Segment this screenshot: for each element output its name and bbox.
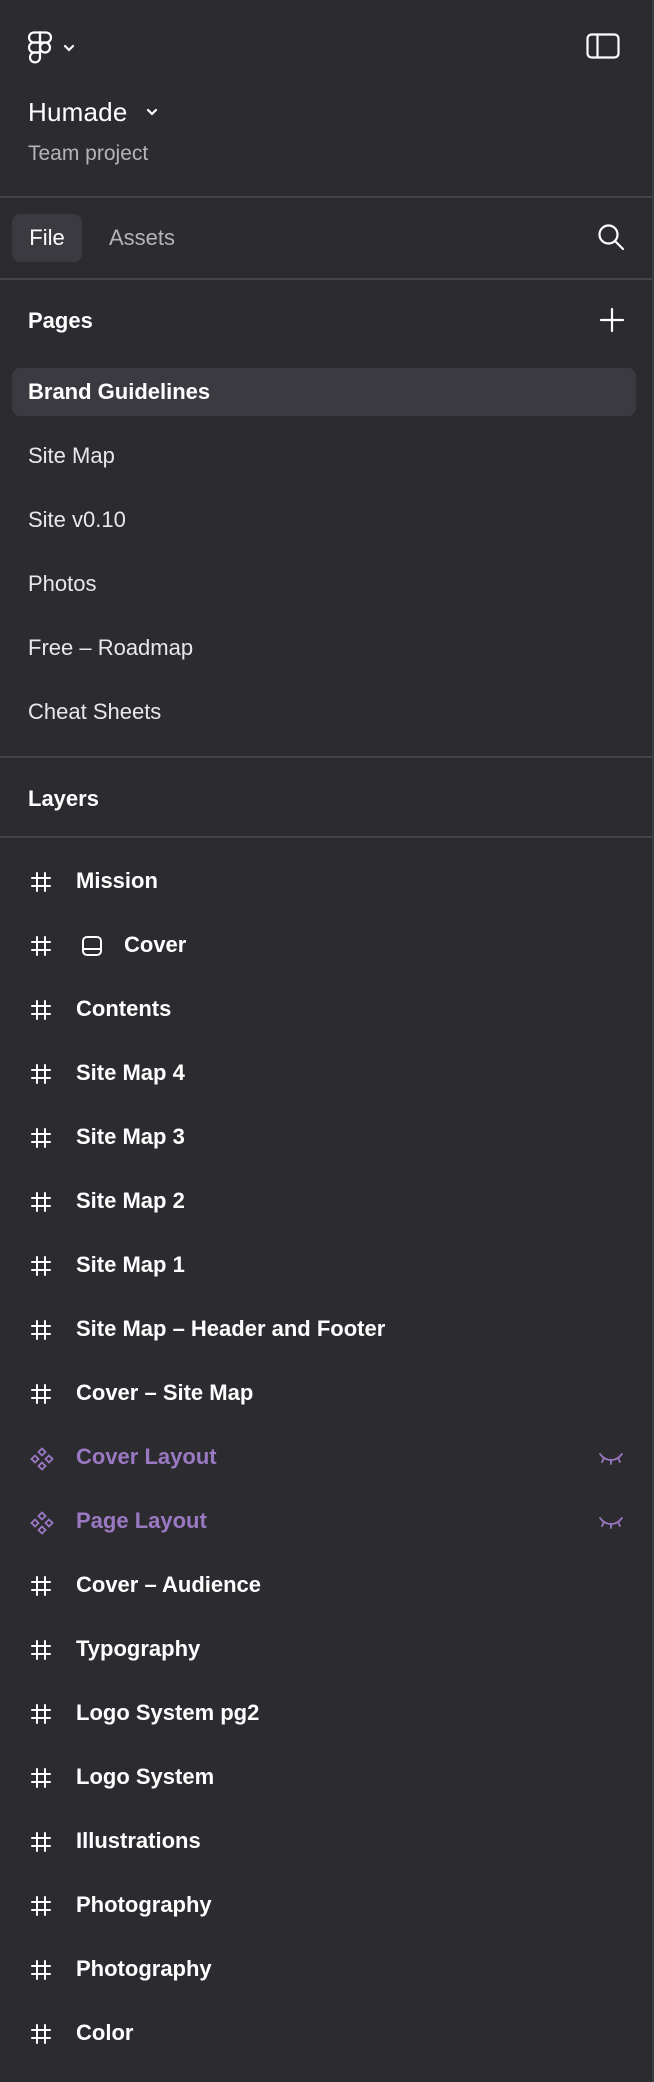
layer-label: Logo System pg2 — [76, 1700, 260, 1725]
frame-hash-icon — [30, 1959, 52, 1981]
layer-row[interactable]: Logo System pg2 — [0, 1684, 652, 1744]
layer-label: Color — [76, 2020, 134, 2045]
search-icon — [598, 224, 625, 251]
layer-label: Photography — [76, 1892, 212, 1917]
layer-row[interactable]: Cover – Audience — [0, 1556, 652, 1616]
layer-row[interactable]: Cover – Site Map — [0, 1364, 652, 1424]
layer-row[interactable]: Page Layout — [0, 1492, 652, 1552]
page-item-label: Photos — [28, 571, 97, 596]
layer-row[interactable]: Logo System — [0, 1748, 652, 1808]
frame-hash-icon — [30, 871, 52, 893]
divider — [0, 278, 652, 280]
layer-label: Mission — [76, 868, 158, 893]
instance-layout-icon — [80, 934, 104, 958]
sidebar-toggle-icon — [586, 33, 620, 59]
page-item-label: Cheat Sheets — [28, 699, 162, 724]
eye-closed-icon[interactable] — [598, 1448, 624, 1468]
layer-label: Site Map 2 — [76, 1188, 185, 1213]
layers-panel: Humade Team project File Assets Pages Br… — [0, 0, 654, 2082]
layers-section-title: Layers — [28, 786, 99, 811]
page-item[interactable]: Photos — [12, 560, 636, 608]
frame-hash-icon — [30, 999, 52, 1021]
frame-hash-icon — [30, 1895, 52, 1917]
page-item-label: Brand Guidelines — [28, 379, 211, 404]
component-icon — [30, 1447, 54, 1471]
sidebar-toggle-button[interactable] — [586, 32, 620, 62]
page-item[interactable]: Site Map — [12, 432, 636, 480]
search-button[interactable] — [596, 222, 628, 254]
page-item-label: Site Map — [28, 443, 115, 468]
layer-label: Cover Layout — [76, 1444, 217, 1469]
plus-icon — [599, 307, 625, 333]
layer-row[interactable]: Site Map 2 — [0, 1172, 652, 1232]
layer-label: Site Map 4 — [76, 1060, 185, 1085]
frame-hash-icon — [30, 1319, 52, 1341]
project-name-menu[interactable]: Humade — [28, 94, 159, 130]
frame-hash-icon — [30, 2023, 52, 2045]
eye-closed-icon[interactable] — [598, 1512, 624, 1532]
layer-label: Site Map 1 — [76, 1252, 185, 1277]
layer-label: Site Map 3 — [76, 1124, 185, 1149]
layer-row[interactable]: Site Map 1 — [0, 1236, 652, 1296]
layer-row[interactable]: Typography — [0, 1620, 652, 1680]
layer-row[interactable]: Site Map 4 — [0, 1044, 652, 1104]
layer-row[interactable]: Photography — [0, 1876, 652, 1936]
pages-section-title: Pages — [28, 308, 93, 333]
divider — [0, 756, 652, 758]
layer-label: Typography — [76, 1636, 201, 1661]
layer-label: Page Layout — [76, 1508, 207, 1533]
layer-label: Cover – Audience — [76, 1572, 262, 1597]
layer-label: Site Map – Header and Footer — [76, 1316, 386, 1341]
frame-hash-icon — [30, 1063, 52, 1085]
project-name: Humade — [28, 96, 128, 127]
layer-label: Cover — [124, 932, 187, 957]
add-page-button[interactable] — [598, 306, 626, 334]
layer-label: Illustrations — [76, 1828, 201, 1853]
frame-hash-icon — [30, 1255, 52, 1277]
frame-hash-icon — [30, 1383, 52, 1405]
layer-label: Contents — [76, 996, 172, 1021]
frame-hash-icon — [30, 935, 52, 957]
layer-row[interactable]: Mission — [0, 852, 652, 912]
layer-row[interactable]: Color — [0, 2004, 652, 2064]
divider — [0, 196, 652, 198]
figma-logo-icon — [28, 31, 52, 64]
chevron-down-icon — [63, 44, 75, 52]
layer-label: Photography — [76, 1956, 212, 1981]
page-item[interactable]: Site v0.10 — [12, 496, 636, 544]
layer-row[interactable]: Photography — [0, 1940, 652, 2000]
frame-hash-icon — [30, 1703, 52, 1725]
frame-hash-icon — [30, 1127, 52, 1149]
tab-assets[interactable]: Assets — [96, 214, 188, 262]
frame-hash-icon — [30, 1575, 52, 1597]
layer-row[interactable]: Site Map 3 — [0, 1108, 652, 1168]
tab-file[interactable]: File — [12, 214, 82, 262]
frame-hash-icon — [30, 1191, 52, 1213]
frame-hash-icon — [30, 1831, 52, 1853]
layer-row[interactable]: Contents — [0, 980, 652, 1040]
main-menu-button[interactable] — [28, 30, 88, 66]
layer-row[interactable]: Cover — [0, 916, 652, 976]
page-item-label: Free – Roadmap — [28, 635, 194, 660]
panel-header — [0, 0, 652, 96]
layer-row[interactable]: Illustrations — [0, 1812, 652, 1872]
layer-row[interactable]: Site Map – Header and Footer — [0, 1300, 652, 1360]
frame-hash-icon — [30, 1767, 52, 1789]
page-item-label: Site v0.10 — [28, 507, 126, 532]
chevron-down-icon — [147, 108, 158, 116]
page-item[interactable]: Cheat Sheets — [12, 688, 636, 736]
layer-label: Logo System — [76, 1764, 215, 1789]
page-item[interactable]: Free – Roadmap — [12, 624, 636, 672]
page-item[interactable]: Brand Guidelines — [12, 368, 636, 416]
frame-hash-icon — [30, 1639, 52, 1661]
project-subtitle: Team project — [28, 142, 149, 165]
divider — [0, 836, 652, 838]
component-icon — [30, 1511, 54, 1535]
layer-label: Cover – Site Map — [76, 1380, 254, 1405]
layer-row[interactable]: Cover Layout — [0, 1428, 652, 1488]
